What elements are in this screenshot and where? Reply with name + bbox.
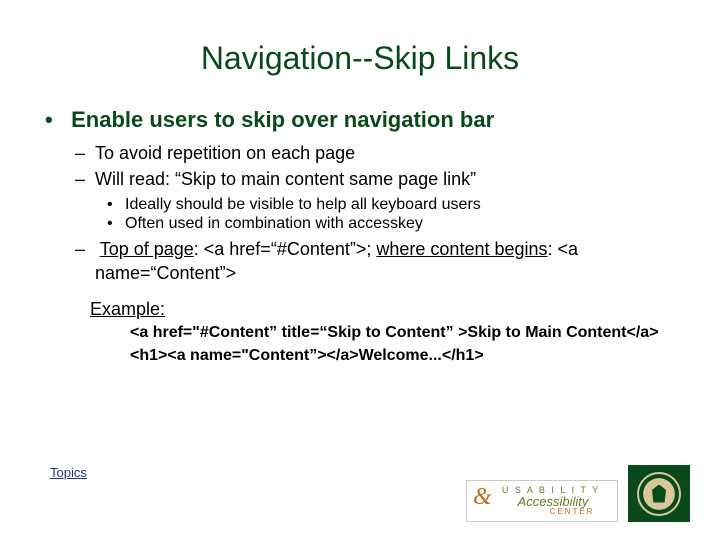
subsub-item-2: Often used in combination with accesskey — [125, 215, 670, 233]
sub3-part-c: where content begins — [376, 239, 547, 259]
ampersand-icon: & — [473, 485, 492, 509]
slide-title: Navigation--Skip Links — [50, 40, 670, 77]
sub-item-3: Top of page: <a href=“#Content”>; where … — [95, 237, 670, 286]
sublist: To avoid repetition on each page Will re… — [65, 141, 670, 285]
slide-body: Navigation--Skip Links Enable users to s… — [0, 0, 720, 367]
topics-link[interactable]: Topics — [50, 465, 87, 480]
msu-logo — [628, 465, 690, 522]
sub-item-1: To avoid repetition on each page — [95, 141, 670, 165]
bullet-main-text: Enable users to skip over navigation bar — [71, 107, 494, 132]
bullet-main: Enable users to skip over navigation bar… — [65, 107, 670, 285]
footer-logos: & U S A B I L I T Y Accessibility CENTER — [466, 465, 690, 522]
sub3-part-a: Top of page — [100, 239, 194, 259]
logo-ua-line3: CENTER — [550, 508, 595, 516]
sub-item-2: Will read: “Skip to main content same pa… — [95, 167, 670, 191]
msu-seal-icon — [637, 472, 681, 516]
code-line-2: <h1><a name="Content”></a>Welcome...</h1… — [130, 345, 670, 367]
subsub-item-1: Ideally should be visible to help all ke… — [125, 196, 670, 214]
example-block: Example: <a href="#Content” title=“Skip … — [90, 299, 670, 367]
bullet-list: Enable users to skip over navigation bar… — [50, 107, 670, 285]
code-line-1: <a href="#Content” title=“Skip to Conten… — [130, 322, 670, 344]
sub3-part-b: : <a href=“#Content”>; — [194, 239, 377, 259]
subsublist: Ideally should be visible to help all ke… — [95, 196, 670, 233]
code-lines: <a href="#Content” title=“Skip to Conten… — [130, 322, 670, 367]
usability-accessibility-logo: & U S A B I L I T Y Accessibility CENTER — [466, 480, 618, 522]
example-label: Example: — [90, 299, 670, 320]
